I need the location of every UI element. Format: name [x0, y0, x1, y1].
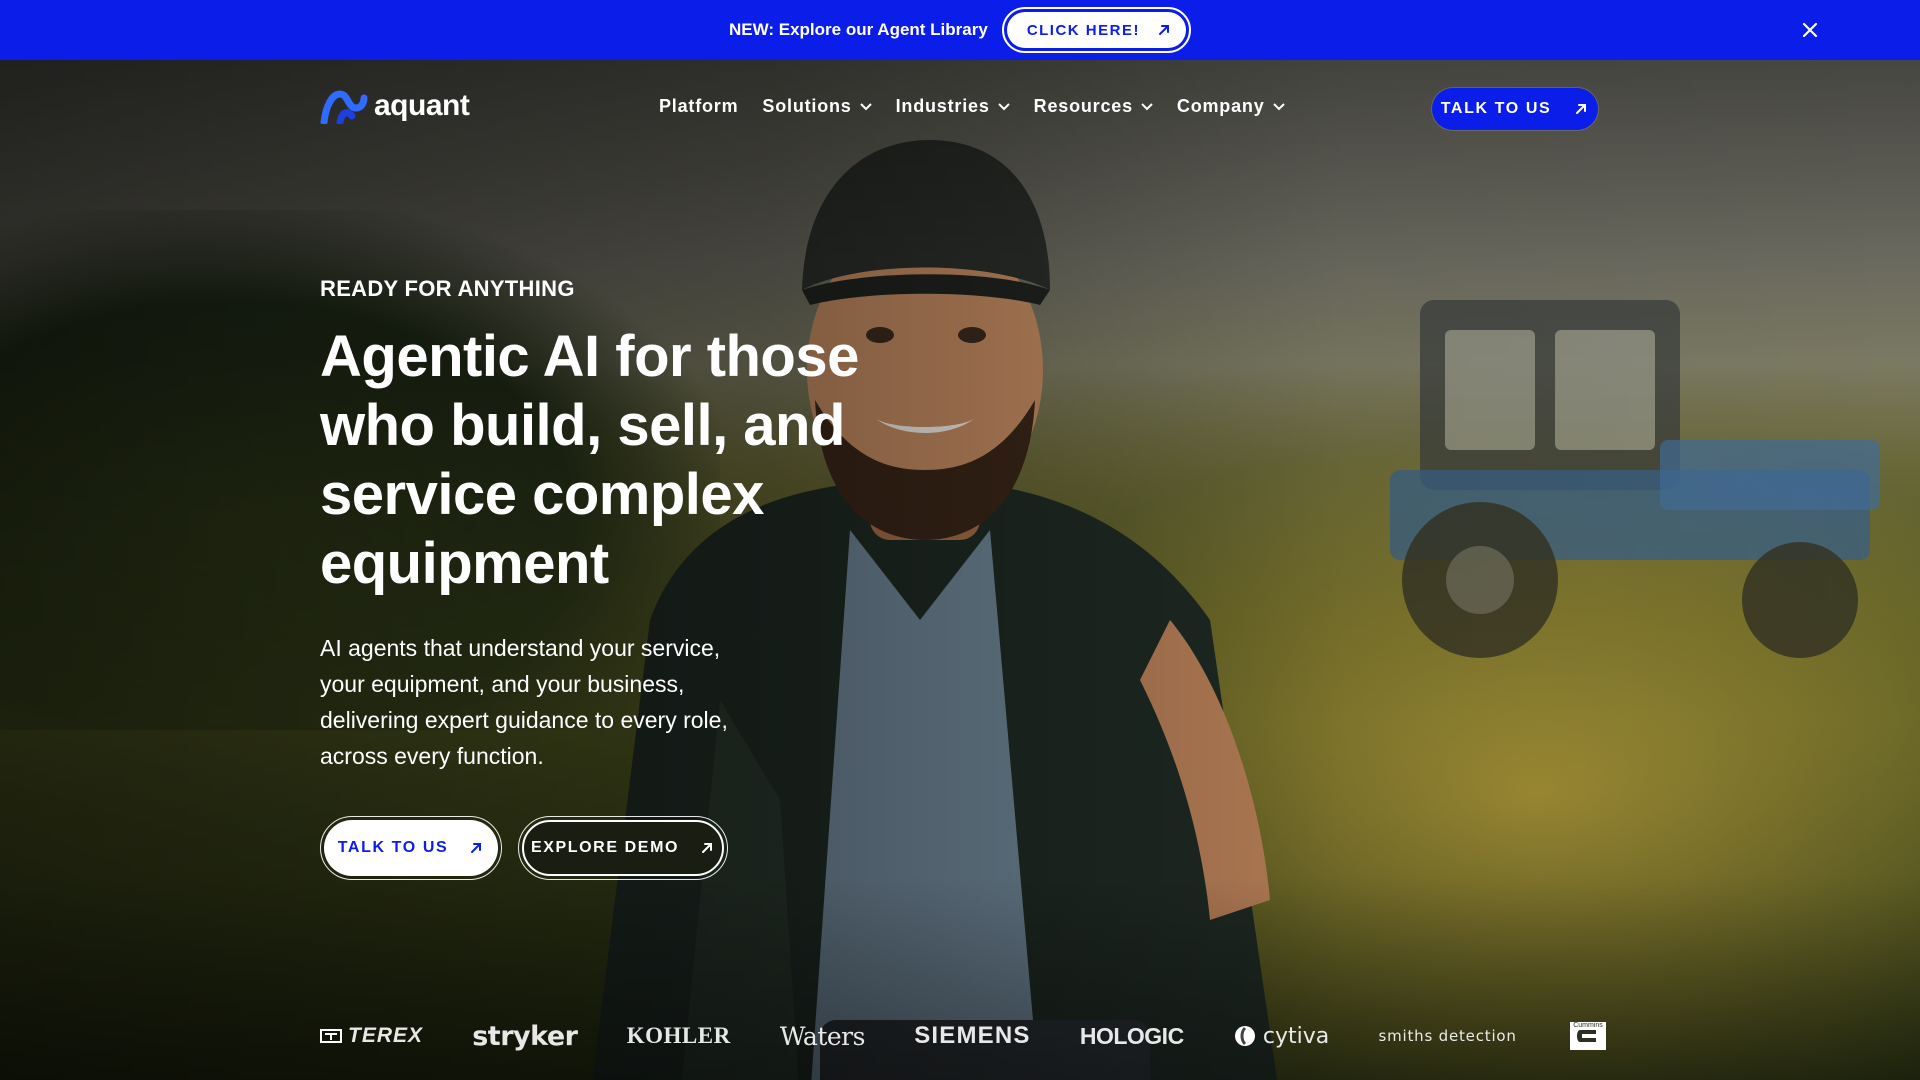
arrow-up-right-icon — [1158, 25, 1169, 35]
cummins-mark-icon: Cummins — [1569, 1022, 1606, 1050]
explore-demo-label: EXPLORE DEMO — [530, 839, 680, 856]
chevron-down-icon — [1272, 102, 1285, 110]
arrow-up-right-icon — [702, 843, 713, 853]
nav-item-company[interactable]: Company — [1177, 96, 1285, 117]
smiths-detection-logo: smiths detection — [1378, 1027, 1517, 1045]
nav-item-label: Industries — [895, 96, 990, 116]
hero-background — [0, 60, 1920, 1080]
siemens-logo: SIEMENS — [914, 1022, 1031, 1049]
hologic-logo: HOLOGIC — [1079, 1022, 1184, 1049]
talk-to-us-label: TALK TO US — [337, 839, 449, 856]
nav-item-label: Solutions — [762, 96, 852, 116]
chevron-down-icon — [859, 102, 872, 110]
cummins-logo: Cummins — [1566, 1014, 1610, 1058]
cytiva-mark-icon — [1234, 1026, 1255, 1046]
nav-item-platform[interactable]: Platform — [659, 96, 738, 117]
nav-item-label: Company — [1176, 96, 1265, 116]
cytiva-logo: cytiva — [1233, 1024, 1329, 1049]
kohler-logo: KOHLER — [626, 1023, 731, 1048]
terex-wordmark: TEREX — [348, 1024, 424, 1047]
nav-links: Platform Solutions Industries Resources … — [659, 96, 1285, 117]
chevron-down-icon — [997, 102, 1010, 110]
customer-logo-strip: TEREX stryker KOHLER Waters SIEMENS HOLO… — [320, 1012, 1610, 1060]
announcement-cta-ring: CLICK HERE! — [1001, 7, 1191, 53]
nav-item-solutions[interactable]: Solutions — [762, 96, 872, 117]
cummins-wordmark: Cummins — [1573, 1022, 1603, 1029]
aquant-logo[interactable]: aquant — [320, 88, 470, 124]
waters-logo: Waters — [779, 1021, 866, 1051]
secondary-cta-ring: EXPLORE DEMO — [518, 816, 728, 880]
logo-wordmark: aquant — [374, 89, 470, 122]
nav-talk-to-us-button[interactable]: TALK TO US — [1432, 88, 1598, 130]
nav-cta-label: TALK TO US — [1440, 100, 1552, 117]
primary-cta-ring: TALK TO US — [320, 816, 502, 880]
talk-to-us-button[interactable]: TALK TO US — [324, 820, 498, 876]
explore-demo-button[interactable]: EXPLORE DEMO — [522, 820, 724, 876]
announcement-cta-button[interactable]: CLICK HERE! — [1006, 12, 1186, 48]
arrow-up-right-icon — [471, 843, 482, 853]
terex-logo: TEREX — [320, 1024, 423, 1048]
main-navigation: aquant Platform Solutions Industries Res… — [0, 60, 1920, 156]
hero-cta-row: TALK TO US EXPLORE DEMO — [320, 816, 728, 880]
stryker-logo: stryker — [472, 1020, 578, 1052]
terex-mark-icon — [320, 1029, 342, 1043]
nav-item-label: Platform — [659, 96, 739, 116]
close-icon[interactable] — [1798, 18, 1822, 42]
nav-item-industries[interactable]: Industries — [896, 96, 1010, 117]
hero-headline: Agentic AI for those who build, sell, an… — [320, 324, 859, 596]
nav-item-resources[interactable]: Resources — [1034, 96, 1153, 117]
announcement-text: NEW: Explore our Agent Library — [729, 20, 988, 39]
arrow-up-right-icon — [1576, 104, 1587, 114]
cytiva-wordmark: cytiva — [1262, 1023, 1330, 1049]
chevron-down-icon — [1141, 102, 1153, 110]
hero-eyebrow: READY FOR ANYTHING — [320, 276, 575, 301]
hero-subcopy: AI agents that understand your service, … — [320, 635, 728, 769]
aquant-logo-mark-icon — [320, 90, 368, 124]
hero-overlay — [0, 60, 1920, 1080]
announcement-bar: NEW: Explore our Agent Library CLICK HER… — [0, 0, 1920, 60]
nav-item-label: Resources — [1033, 96, 1133, 116]
announcement-cta-label: CLICK HERE! — [1026, 21, 1140, 39]
